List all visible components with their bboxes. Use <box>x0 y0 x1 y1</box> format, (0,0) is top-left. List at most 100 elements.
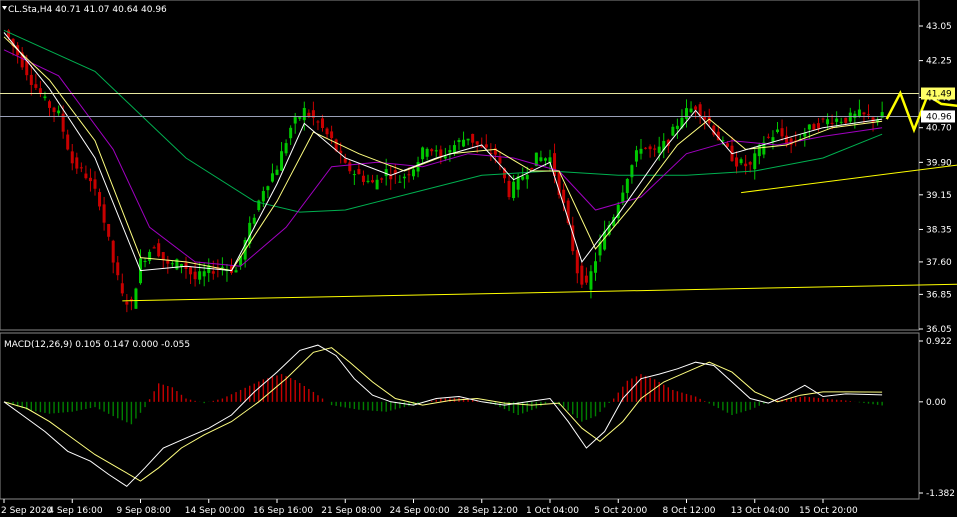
time-tick-label: 5 Oct 20:00 <box>594 506 647 516</box>
candle-body <box>725 143 729 147</box>
candle-body <box>443 156 447 159</box>
candle-body <box>148 251 152 261</box>
chart-root: 43.0542.2541.4040.7039.9039.1538.3537.60… <box>0 0 957 517</box>
candle-body <box>25 60 29 76</box>
price-tick-label: 36.05 <box>926 325 952 335</box>
candle-body <box>689 108 693 113</box>
candle-body <box>407 174 411 176</box>
time-tick-label: 15 Oct 20:00 <box>799 506 858 516</box>
candle-body <box>66 134 70 150</box>
candle-body <box>462 139 466 147</box>
price-tick-label: 42.25 <box>926 57 952 67</box>
candle-body <box>48 101 51 108</box>
candle-body <box>79 167 83 169</box>
candle-body <box>134 288 138 309</box>
candle-body <box>530 167 534 170</box>
candle-body <box>425 148 429 157</box>
candle-body <box>430 149 434 152</box>
candle-body <box>575 250 579 274</box>
macd-tick-label: -1.382 <box>926 489 955 499</box>
candle-body <box>88 177 92 182</box>
candle-body <box>52 107 56 113</box>
candle-body <box>521 176 525 180</box>
candle-body <box>120 283 124 294</box>
candle-body <box>826 119 830 125</box>
candle-body <box>867 114 870 116</box>
candle-body <box>830 122 834 124</box>
candle-body <box>252 217 256 224</box>
candle-body <box>862 112 866 115</box>
candle-body <box>266 186 270 191</box>
candle-body <box>380 178 384 180</box>
time-tick-label: 21 Sep 08:00 <box>321 506 381 516</box>
time-tick-label: 24 Sep 00:00 <box>390 506 450 516</box>
candle-body <box>735 157 739 167</box>
candle-body <box>543 158 547 161</box>
candle-body <box>343 158 347 163</box>
candle-body <box>648 146 652 150</box>
candle-body <box>98 192 102 207</box>
time-tick-label: 14 Sep 00:00 <box>185 506 245 516</box>
candle-body <box>170 263 174 265</box>
candle-body <box>657 146 661 153</box>
background <box>0 0 957 517</box>
candle-body <box>580 265 584 285</box>
candle-body <box>357 169 361 175</box>
candle-body <box>766 136 770 138</box>
candle-body <box>325 128 329 135</box>
candle-body <box>143 260 147 262</box>
candle-body <box>321 118 324 128</box>
candle-body <box>412 169 415 177</box>
candle-body <box>671 126 675 136</box>
candle-body <box>302 107 306 121</box>
time-tick-label: 2 Sep 2020 <box>1 506 53 516</box>
candle-body <box>261 191 265 202</box>
time-tick-label: 16 Sep 16:00 <box>253 506 313 516</box>
candle-body <box>507 180 511 198</box>
time-tick-label: 13 Oct 04:00 <box>731 506 790 516</box>
symbol-header: CL.Sta,H4 40.71 41.07 40.64 40.96 <box>8 5 167 15</box>
candle-body <box>93 179 97 189</box>
candle-body <box>448 150 452 153</box>
candle-body <box>835 118 839 122</box>
candle-body <box>275 169 279 175</box>
candle-body <box>289 127 293 139</box>
candle-body <box>152 247 156 249</box>
candle-body <box>844 117 848 123</box>
candle-body <box>584 275 588 283</box>
candle-body <box>744 163 748 167</box>
candle-body <box>625 178 629 193</box>
price-tick-label: 37.60 <box>926 258 952 268</box>
candle-body <box>280 151 284 171</box>
candle-body <box>352 174 356 176</box>
candle-body <box>371 180 375 183</box>
candle-body <box>116 262 120 276</box>
candle-body <box>434 150 438 152</box>
candle-body <box>525 174 529 180</box>
candle-body <box>384 169 388 177</box>
candle-body <box>807 124 811 130</box>
price-tick-label: 39.15 <box>926 191 952 201</box>
candle-body <box>812 124 816 130</box>
candle-body <box>234 270 238 273</box>
candle-body <box>57 110 61 114</box>
candle-body <box>653 148 657 150</box>
candle-body <box>589 271 593 290</box>
candle-body <box>739 159 743 164</box>
time-tick-label: 9 Sep 08:00 <box>117 506 172 516</box>
candle-body <box>780 128 784 137</box>
candle-body <box>634 150 638 162</box>
candle-body <box>330 131 334 139</box>
candle-body <box>316 121 320 123</box>
candle-body <box>198 271 202 280</box>
price-tick-label: 40.70 <box>926 124 952 134</box>
candle-body <box>484 144 488 148</box>
candle-body <box>475 141 479 145</box>
price-marker-label: 41.49 <box>926 90 952 100</box>
candle-body <box>421 147 425 160</box>
candle-body <box>639 148 643 154</box>
candle-body <box>466 138 470 141</box>
candle-body <box>193 271 197 280</box>
candle-body <box>816 123 820 129</box>
candle-body <box>398 181 402 183</box>
